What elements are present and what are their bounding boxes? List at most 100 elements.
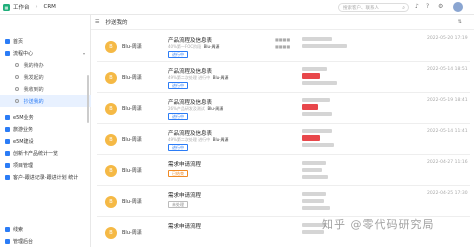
avatar[interactable] (453, 2, 463, 12)
item-title: 需求申请流程 (168, 193, 202, 199)
list-item[interactable]: B Blu-周潇 需求申请流程 已结束 2022-04-27 11:16 (97, 156, 470, 186)
cc-icon (15, 99, 19, 103)
item-title: 产品流程及信息表 (168, 131, 213, 137)
bell-icon[interactable]: ♪ (415, 3, 419, 10)
status-badge: 进行中 (168, 82, 188, 89)
sidebar-item-e5m[interactable]: e5M业务 (0, 111, 91, 123)
home-icon (5, 38, 10, 44)
folder-icon (5, 138, 10, 144)
blurred-value (302, 175, 328, 179)
avatar: B (105, 41, 117, 53)
search-icon: ⌕ (402, 5, 405, 11)
timestamp: 2022-05-20 17:19 (427, 36, 468, 41)
sidebar: 首页 流程中心 ▾ 我的待办 我发起的 我收到的 抄送我的 e5M业务 旅游业务 … (0, 15, 91, 247)
status-badge: 已结束 (168, 170, 188, 177)
sidebar-item-followup-stats[interactable]: 客户-跟进记录-跟进计划 统计 (0, 171, 91, 183)
blurred-value (302, 168, 322, 172)
app-name[interactable]: 工作台 (13, 3, 30, 11)
sidebar-item-e5m-build[interactable]: e5M建设 (0, 135, 91, 147)
blurred-value (302, 129, 332, 133)
page-title: 抄送我的 (105, 20, 128, 26)
submitter-name: Blu-周潇 (122, 168, 142, 174)
avatar: B (105, 196, 117, 208)
folder-icon (5, 126, 10, 132)
sidebar-item-initiated[interactable]: 我发起的 (0, 71, 91, 83)
blurred-value (302, 98, 330, 102)
sort-icon[interactable]: ⇅ (458, 19, 462, 25)
panel-header: ☰ 抄送我的 ⇅ (91, 15, 474, 30)
submitter-name: Blu-周潇 (122, 44, 142, 50)
submitter-name: Blu-周潇 (122, 137, 142, 143)
blurred-value (302, 37, 332, 41)
sidebar-item-todo[interactable]: 我的待办 (0, 59, 91, 71)
blurred-value (302, 143, 334, 147)
blurred-value (302, 112, 332, 116)
avatar: B (105, 165, 117, 177)
tag-badge (302, 73, 320, 79)
avatar: B (105, 227, 117, 239)
search-placeholder: 搜索客户、联系人 (343, 5, 379, 11)
settings-icon[interactable]: ⚙ (438, 3, 443, 10)
folder-icon (5, 114, 10, 120)
item-title: 需求申请流程 (168, 162, 202, 168)
list-item[interactable]: B Blu-周潇 产品流程及信息表 49%第二次处理 进行中 Blu-周潇 进行… (97, 125, 470, 155)
submitter-name: Blu-周潇 (122, 199, 142, 205)
blurred-value (302, 44, 347, 48)
sidebar-item-home[interactable]: 首页 (0, 35, 91, 47)
timestamp: 2022-04-25 17:30 (427, 191, 468, 196)
sidebar-item-leads[interactable]: 线索 (0, 223, 91, 235)
search-input[interactable]: 搜索客户、联系人 ⌕ (338, 3, 409, 12)
sidebar-item-admin[interactable]: 管理后台 (0, 235, 91, 247)
item-title: 产品流程及信息表 (168, 69, 213, 75)
list-item[interactable]: B Blu-周潇 产品流程及信息表 26%产品研发及测试 Blu-周潇 进行中 … (97, 94, 470, 124)
item-subtitle: 49%第二次处理 进行中 Blu-周潇 (168, 75, 229, 80)
blurred-value (302, 230, 324, 234)
flow-icon (5, 50, 10, 56)
submitter-name: Blu-周潇 (122, 75, 142, 81)
blurred-value (302, 206, 330, 210)
sidebar-item-projects[interactable]: 项目管理 (0, 159, 91, 171)
timestamp: 2022-04-27 11:16 (427, 160, 468, 165)
avatar: B (105, 103, 117, 115)
sidebar-item-card-stats[interactable]: 创新卡产品统计一览 (0, 147, 91, 159)
menu-icon[interactable]: ☰ (95, 19, 99, 25)
folder-icon (5, 150, 10, 156)
item-title: 产品流程及信息表 (168, 38, 213, 44)
app-logo-icon[interactable]: ▦ (3, 3, 10, 11)
submitter-name: Blu-周潇 (122, 106, 142, 112)
timestamp: 2022-05-19 18:41 (427, 98, 468, 103)
blurred-value (302, 199, 324, 203)
list-item[interactable]: B Blu-周潇 产品流程及信息表 49%第二次处理 进行中 Blu-周潇 进行… (97, 63, 470, 93)
sidebar-item-cc-me[interactable]: 抄送我的 (0, 95, 91, 107)
sidebar-item-flow-center[interactable]: 流程中心 ▾ (0, 47, 91, 59)
timestamp: 2022-05-14 18:51 (427, 67, 468, 72)
item-subtitle: 49%第二次处理 进行中 Blu-周潇 (168, 137, 229, 142)
watermark: 知乎 @零代码研究局 (322, 218, 435, 231)
todo-icon (15, 63, 19, 67)
folder-icon (5, 174, 10, 180)
tag-badge (302, 104, 318, 110)
admin-icon (5, 238, 10, 244)
submitter-name: Blu-周潇 (122, 230, 142, 236)
list-item[interactable]: B Blu-周潇 产品流程及信息表 40%第一FOC阶段 Blu-周潇 进行中 … (97, 32, 470, 62)
status-badge: 进行中 (168, 113, 188, 120)
blurred-value (302, 161, 326, 165)
avatar: B (105, 134, 117, 146)
field-label: ■■■■ (275, 44, 291, 49)
breadcrumb-crm[interactable]: CRM (44, 4, 56, 10)
field-label: ■■■■ (275, 37, 291, 42)
blurred-value (302, 192, 326, 196)
item-title: 产品流程及信息表 (168, 100, 213, 106)
list-item[interactable]: B Blu-周潇 需求申请流程 未处理 2022-04-25 17:30 (97, 187, 470, 217)
sidebar-item-received[interactable]: 我收到的 (0, 83, 91, 95)
leads-icon (5, 226, 10, 232)
send-icon (15, 75, 19, 79)
sidebar-item-travel[interactable]: 旅游业务 (0, 123, 91, 135)
main-panel: ☰ 抄送我的 ⇅ B Blu-周潇 产品流程及信息表 40%第一FOC阶段 Bl… (91, 15, 474, 247)
status-badge: 进行中 (168, 51, 188, 58)
sidebar-scrollbar[interactable] (87, 75, 89, 123)
tag-badge (302, 135, 320, 141)
help-icon[interactable]: ? (426, 3, 429, 10)
inbox-icon (15, 87, 19, 91)
chevron-down-icon: ▾ (82, 50, 85, 56)
